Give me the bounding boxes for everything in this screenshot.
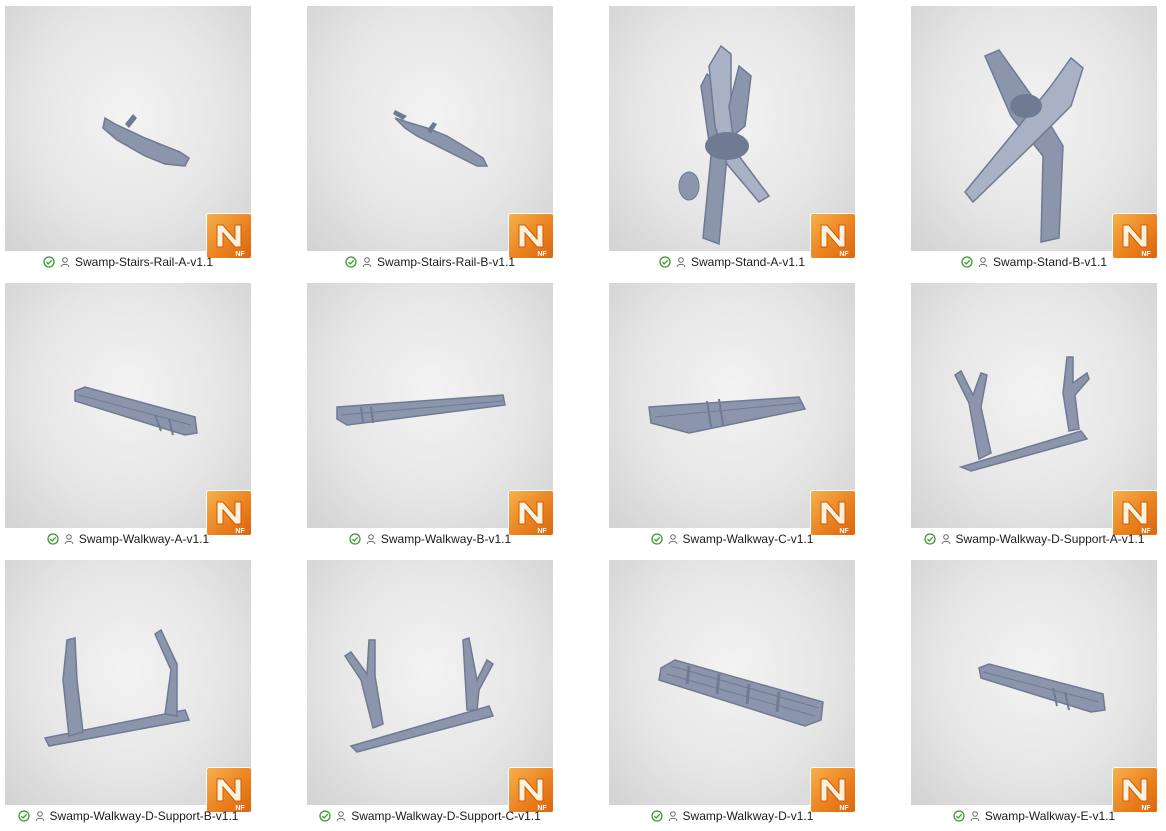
file-caption: Swamp-Stand-B-v1.1 (906, 253, 1162, 271)
person-icon (34, 810, 46, 822)
file-name: Swamp-Stairs-Rail-B-v1.1 (376, 255, 516, 269)
file-caption: Swamp-Walkway-B-v1.1 (302, 530, 558, 548)
person-icon (667, 533, 679, 545)
file-thumbnail[interactable]: NF (5, 283, 252, 536)
person-icon (361, 256, 373, 268)
file-thumbnail[interactable]: NF (911, 560, 1158, 813)
file-tile[interactable]: NF Swamp-Walkway-D-Support-A-v1.1 (906, 277, 1166, 554)
file-tile[interactable]: NF Swamp-Stairs-Rail-B-v1.1 (302, 0, 604, 277)
file-tile[interactable]: NF Swamp-Walkway-B-v1.1 (302, 277, 604, 554)
person-icon (667, 810, 679, 822)
file-thumbnail[interactable]: NF (5, 6, 252, 259)
file-name: Swamp-Walkway-C-v1.1 (682, 532, 814, 546)
file-caption: Swamp-Walkway-D-Support-B-v1.1 (0, 807, 256, 825)
file-tile[interactable]: NF Swamp-Walkway-A-v1.1 (0, 277, 302, 554)
file-caption: Swamp-Walkway-D-Support-A-v1.1 (906, 530, 1162, 548)
check-circle-icon (961, 256, 973, 268)
check-circle-icon (43, 256, 55, 268)
file-caption: Swamp-Walkway-A-v1.1 (0, 530, 256, 548)
file-thumbnail[interactable]: NF (609, 6, 856, 259)
check-circle-icon (345, 256, 357, 268)
file-tile[interactable]: NF Swamp-Stand-A-v1.1 (604, 0, 906, 277)
file-name: Swamp-Walkway-B-v1.1 (380, 532, 512, 546)
file-thumbnail-grid: NF Swamp-Stairs-Rail-A-v1.1 NF Swamp-Sta… (0, 0, 1166, 831)
file-thumbnail[interactable]: NF (609, 283, 856, 536)
file-thumbnail[interactable]: NF (609, 560, 856, 813)
file-caption: Swamp-Walkway-D-Support-C-v1.1 (302, 807, 558, 825)
file-caption: Swamp-Stand-A-v1.1 (604, 253, 860, 271)
person-icon (59, 256, 71, 268)
file-name: Swamp-Walkway-A-v1.1 (78, 532, 210, 546)
person-icon (977, 256, 989, 268)
check-circle-icon (659, 256, 671, 268)
check-circle-icon (923, 533, 936, 545)
check-circle-icon (953, 810, 965, 822)
file-tile[interactable]: NF Swamp-Walkway-D-Support-B-v1.1 (0, 554, 302, 831)
file-thumbnail[interactable]: NF (307, 560, 554, 813)
file-tile[interactable]: NF Swamp-Walkway-C-v1.1 (604, 277, 906, 554)
file-thumbnail[interactable]: NF (307, 6, 554, 259)
check-circle-icon (650, 533, 663, 545)
file-thumbnail[interactable]: NF (5, 560, 252, 813)
check-circle-icon (319, 810, 331, 822)
file-caption: Swamp-Walkway-E-v1.1 (906, 807, 1162, 825)
file-tile[interactable]: NF Swamp-Stand-B-v1.1 (906, 0, 1166, 277)
file-tile[interactable]: NF Swamp-Walkway-D-Support-C-v1.1 (302, 554, 604, 831)
file-name: Swamp-Stand-B-v1.1 (992, 255, 1108, 269)
file-thumbnail[interactable]: NF (911, 283, 1158, 536)
file-name: Swamp-Walkway-D-v1.1 (682, 809, 814, 823)
person-icon (969, 810, 981, 822)
file-caption: Swamp-Walkway-D-v1.1 (604, 807, 860, 825)
person-icon (63, 533, 75, 545)
file-name: Swamp-Walkway-D-Support-B-v1.1 (49, 809, 239, 823)
person-icon (675, 256, 687, 268)
file-tile[interactable]: NF Swamp-Stairs-Rail-A-v1.1 (0, 0, 302, 277)
file-thumbnail[interactable]: NF (307, 283, 554, 536)
file-caption: Swamp-Walkway-C-v1.1 (604, 530, 860, 548)
file-tile[interactable]: NF Swamp-Walkway-D-v1.1 (604, 554, 906, 831)
check-circle-icon (17, 810, 30, 822)
file-thumbnail[interactable]: NF (911, 6, 1158, 259)
file-name: Swamp-Stand-A-v1.1 (690, 255, 806, 269)
file-caption: Swamp-Stairs-Rail-B-v1.1 (302, 253, 558, 271)
file-name: Swamp-Walkway-E-v1.1 (984, 809, 1116, 823)
file-caption: Swamp-Stairs-Rail-A-v1.1 (0, 253, 256, 271)
check-circle-icon (349, 533, 361, 545)
file-name: Swamp-Walkway-D-Support-A-v1.1 (955, 532, 1145, 546)
check-circle-icon (47, 533, 59, 545)
file-tile[interactable]: NF Swamp-Walkway-E-v1.1 (906, 554, 1166, 831)
person-icon (365, 533, 377, 545)
person-icon (940, 533, 952, 545)
file-name: Swamp-Walkway-D-Support-C-v1.1 (351, 809, 541, 823)
person-icon (335, 810, 347, 822)
check-circle-icon (650, 810, 663, 822)
file-name: Swamp-Stairs-Rail-A-v1.1 (74, 255, 214, 269)
